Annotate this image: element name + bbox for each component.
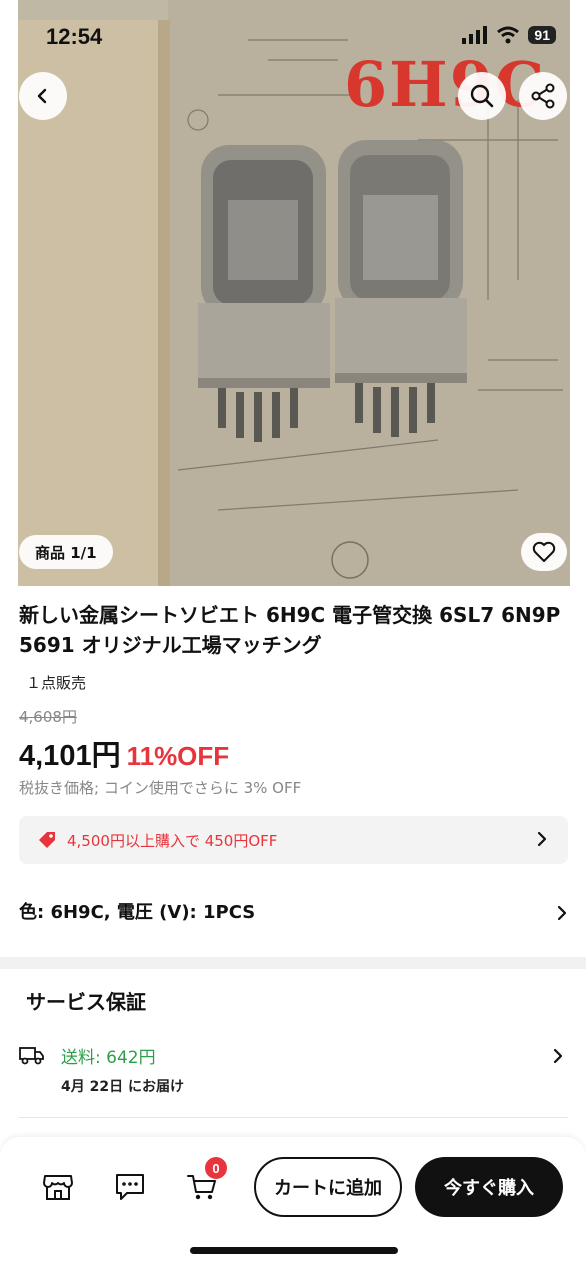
search-icon [470, 84, 494, 108]
back-icon [37, 88, 47, 104]
chevron-right-icon [557, 905, 567, 921]
store-button[interactable] [38, 1167, 78, 1207]
status-bar: 12:54 91 [0, 0, 586, 60]
share-button[interactable] [519, 72, 567, 120]
buy-now-button[interactable]: 今すぐ購入 [415, 1157, 563, 1217]
chat-button[interactable] [110, 1167, 150, 1207]
tag-icon [39, 832, 55, 848]
add-to-cart-button[interactable]: カートに追加 [254, 1157, 402, 1217]
product-title: 新しい金属シートソビエト 6H9C 電子管交換 6SL7 6N9P 5691 オ… [19, 603, 561, 657]
original-price: 4,608円 [19, 708, 77, 726]
discount-badge: 11%OFF [126, 741, 230, 771]
chevron-right-icon [553, 1048, 563, 1064]
product-image-area[interactable]: 6H9C 12:54 91 商品 1/1 [0, 0, 586, 586]
favorite-button[interactable] [521, 533, 567, 571]
variant-selector[interactable]: 色: 6H9C, 電圧 (V): 1PCS [19, 898, 568, 928]
price-row: 4,101円 11%OFF [19, 732, 229, 774]
shipping-fee: 送料: 642円 [61, 1048, 156, 1068]
chat-icon [116, 1174, 144, 1200]
coupon-text: 4,500円以上購入で 450円OFF [67, 831, 278, 850]
section-divider [0, 957, 586, 969]
battery-indicator: 91 [528, 26, 556, 44]
divider [19, 1117, 568, 1118]
image-right-margin [570, 0, 586, 586]
store-icon [43, 1175, 73, 1200]
current-price: 4,101円 [19, 740, 121, 772]
back-button[interactable] [19, 72, 67, 120]
status-time: 12:54 [46, 24, 103, 49]
bottom-action-bar: 0 カートに追加 今すぐ購入 [0, 1137, 586, 1267]
wifi-icon [497, 26, 520, 44]
status-icons: 91 [462, 26, 556, 44]
image-left-margin [0, 0, 18, 586]
home-indicator[interactable] [190, 1247, 398, 1254]
variant-text: 色: 6H9C, 電圧 (V): 1PCS [19, 902, 256, 923]
service-title: サービス保証 [26, 990, 146, 1014]
signal-icon [462, 26, 488, 44]
cart-count-badge: 0 [205, 1157, 227, 1179]
chevron-right-icon [537, 831, 547, 847]
delivery-date: 4月 22日 にお届け [61, 1079, 184, 1095]
coupon-banner[interactable]: 4,500円以上購入で 450円OFF [19, 816, 568, 864]
sold-count: １点販売 [26, 674, 87, 692]
search-button[interactable] [458, 72, 506, 120]
truck-icon [19, 1047, 44, 1065]
share-icon [531, 83, 555, 109]
shipping-row[interactable]: 送料: 642円 4月 22日 にお届け [19, 1043, 568, 1103]
heart-icon [532, 541, 556, 562]
tax-note: 税抜き価格; コイン使用でさらに 3% OFF [19, 779, 302, 797]
image-counter: 商品 1/1 [19, 535, 113, 569]
